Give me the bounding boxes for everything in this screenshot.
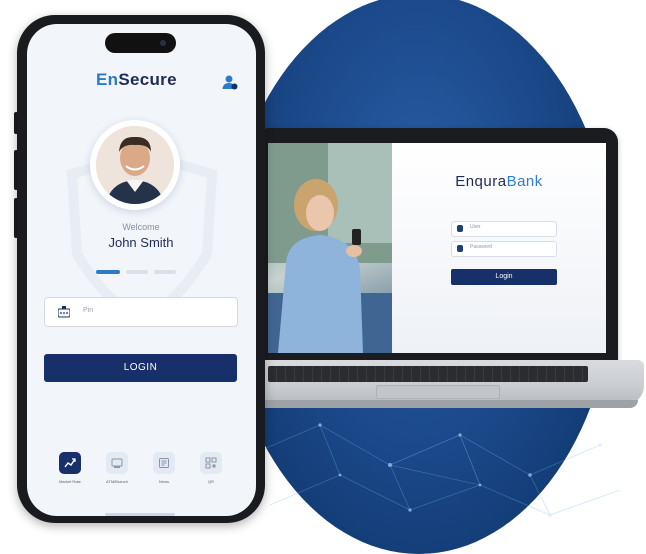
tab-label: ATM/Branch: [106, 479, 128, 484]
ensecure-logo-suffix: Secure: [118, 70, 177, 89]
password-placeholder: Password: [470, 244, 492, 250]
qr-icon: [200, 452, 222, 474]
laptop-trackpad: [376, 385, 500, 399]
chart-icon: [59, 452, 81, 474]
tab-label: Market Rate: [59, 479, 81, 484]
atm-icon: [106, 452, 128, 474]
bottom-tab-bar: Market Rate ATM/Branch News QR: [44, 452, 244, 502]
carousel-dot-active[interactable]: [96, 270, 120, 274]
pin-placeholder: Pin: [83, 307, 94, 314]
password-field[interactable]: Password: [451, 241, 557, 257]
tab-atm-branch[interactable]: ATM/Branch: [99, 452, 135, 484]
bank-login-panel: EnquraBank User Password Login: [392, 143, 606, 353]
user-icon: [457, 225, 463, 232]
welcome-label: Welcome: [122, 222, 160, 232]
tab-market-rate[interactable]: Market Rate: [52, 452, 88, 484]
woman-with-phone-photo: [268, 143, 392, 353]
ensecure-logo-prefix: En: [96, 70, 119, 89]
laptop-login-button[interactable]: Login: [451, 269, 557, 285]
news-icon: [153, 452, 175, 474]
bank-logo: EnquraBank: [392, 173, 606, 190]
avatar: [96, 126, 174, 204]
pin-input[interactable]: Pin: [44, 297, 238, 327]
laptop-screen: EnquraBank User Password Login: [268, 143, 606, 353]
user-name: John Smith: [108, 235, 174, 250]
tab-qr[interactable]: QR: [193, 452, 229, 484]
phone-camera: [160, 40, 166, 46]
bank-logo-suffix: Bank: [506, 173, 543, 190]
network-pattern: [249, 423, 621, 517]
carousel-dot[interactable]: [126, 270, 148, 274]
tab-label: QR: [208, 479, 214, 484]
user-field[interactable]: User: [451, 221, 557, 237]
login-button[interactable]: LOGIN: [44, 354, 237, 382]
key-icon: [457, 245, 463, 252]
user-placeholder: User: [470, 224, 481, 230]
bank-logo-prefix: Enqura: [455, 173, 507, 190]
tab-label: News: [158, 479, 169, 484]
user-settings-icon[interactable]: [222, 74, 238, 90]
home-indicator: [105, 513, 175, 516]
laptop-base-edge: [218, 400, 638, 408]
tab-news[interactable]: News: [146, 452, 182, 484]
ensecure-logo: EnSecure: [96, 70, 177, 90]
laptop-keyboard: [268, 366, 588, 382]
carousel-dot[interactable]: [154, 270, 176, 274]
keypad-icon: [58, 306, 70, 318]
